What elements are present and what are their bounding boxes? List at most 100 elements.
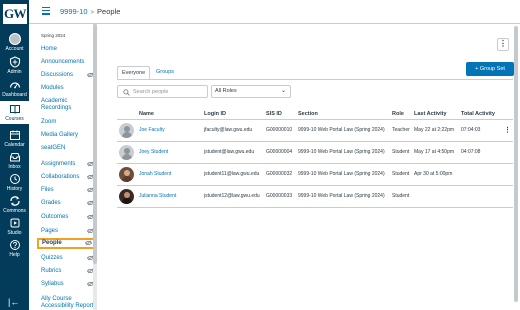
col-last-activity[interactable]: Last Activity	[414, 108, 461, 120]
col-section[interactable]: Section	[298, 108, 392, 120]
course-nav-item-files[interactable]: Files	[41, 187, 94, 194]
course-nav-item-media-gallery[interactable]: Media Gallery	[41, 132, 94, 139]
last-activity-cell	[414, 185, 461, 208]
avatar-cell	[117, 119, 139, 142]
user-name-link-cell: Joe Faculty	[139, 119, 204, 142]
row-options-kebab-icon	[502, 141, 513, 164]
section-cell: 9999-10 Web Portal Law (Spring 2024)	[298, 163, 392, 186]
breadcrumb-current: People	[97, 7, 121, 16]
course-nav-item-people[interactable]: People	[37, 238, 96, 249]
gw-logo[interactable]: GW	[3, 4, 27, 24]
role-cell: Student	[392, 185, 414, 208]
add-group-set-button[interactable]: + Group Set	[466, 62, 514, 76]
course-nav-item-pages[interactable]: Pages	[41, 228, 94, 235]
col-sis-id[interactable]: SIS ID	[266, 108, 298, 120]
course-nav-item-announcements[interactable]: Announcements	[41, 59, 94, 66]
search-people-field[interactable]	[117, 85, 208, 98]
global-nav-inbox[interactable]: Inbox	[0, 151, 29, 173]
hamburger-menu-icon[interactable]	[42, 7, 50, 15]
course-nav-item-label: Grades	[41, 200, 61, 206]
hidden-eye-icon[interactable]	[85, 240, 92, 246]
course-nav-item-label: Zoom	[41, 119, 57, 125]
global-nav-account[interactable]: Account	[0, 33, 29, 55]
course-nav-item-zoom[interactable]: Zoom	[41, 119, 94, 126]
history-clock-icon	[9, 174, 20, 184]
page-scrollbar[interactable]	[514, 24, 518, 310]
table-header-row: Name Login ID SIS ID Section Role Last A…	[117, 108, 513, 120]
user-name-link[interactable]: Joey Student	[139, 149, 168, 155]
breadcrumb: 9999-10 > People	[60, 7, 120, 16]
global-nav-history[interactable]: History	[0, 173, 29, 195]
course-nav-item-rubrics[interactable]: Rubrics	[41, 268, 94, 275]
course-nav-item-label: Pages	[41, 228, 59, 234]
total-activity-cell	[461, 163, 502, 186]
user-name-link[interactable]: Joe Faculty	[139, 127, 165, 133]
avatar-icon	[8, 33, 21, 45]
user-name-link-cell: Joey Student	[139, 141, 204, 164]
avatar-cell	[117, 141, 139, 164]
last-activity-cell: Apr 30 at 5:00pm	[414, 163, 461, 186]
section-cell: 9999-10 Web Portal Law (Spring 2024)	[298, 141, 392, 164]
global-nav-studio[interactable]: Studio	[0, 217, 29, 239]
course-nav-item-label: Files	[41, 187, 54, 193]
calendar-icon	[9, 130, 20, 140]
course-nav-scrollbar[interactable]	[93, 24, 97, 310]
chevron-down-icon: ⌄	[280, 88, 286, 94]
course-nav-item-outcomes[interactable]: Outcomes	[41, 214, 94, 221]
global-nav-calendar[interactable]: Calendar	[0, 129, 29, 151]
course-nav-scroll-thumb[interactable]	[93, 24, 97, 264]
global-nav-commons[interactable]: Commons	[0, 195, 29, 217]
last-activity-cell: May 17 at 4:50pm	[414, 141, 461, 164]
user-name-link[interactable]: Jonah Student	[139, 171, 171, 177]
sis-id-cell: G00000010	[266, 119, 298, 142]
col-login-id[interactable]: Login ID	[204, 108, 266, 120]
section-cell: 9999-10 Web Portal Law (Spring 2024)	[298, 119, 392, 142]
course-nav-item-collaborations[interactable]: Collaborations	[41, 174, 94, 181]
global-nav-admin[interactable]: Admin	[0, 56, 29, 78]
courses-book-icon	[9, 105, 20, 114]
course-nav-item-label: Rubrics	[41, 268, 62, 274]
search-input[interactable]	[133, 87, 205, 96]
course-nav-item-academic-recordings[interactable]: Academic Recordings	[41, 98, 94, 112]
course-nav-item-label: People	[42, 240, 62, 246]
avatar[interactable]	[119, 122, 134, 138]
row-options-kebab-icon[interactable]: ⋮	[502, 119, 513, 142]
col-total-activity[interactable]: Total Activity	[461, 108, 502, 120]
tab-everyone[interactable]: Everyone	[117, 66, 151, 79]
page-scroll-thumb[interactable]	[514, 26, 518, 302]
course-nav-item-label: Discussions	[41, 72, 74, 78]
col-name[interactable]: Name	[139, 108, 204, 120]
course-nav-item-label: Quizzes	[41, 255, 63, 261]
page-options-kebab-icon[interactable]: ⋮	[497, 38, 509, 51]
row-options-kebab-icon	[502, 163, 513, 186]
course-nav-item-assignments[interactable]: Assignments	[41, 161, 94, 168]
collapse-arrow-icon[interactable]: |←	[8, 297, 19, 307]
course-nav-item-syllabus[interactable]: Syllabus	[41, 281, 94, 288]
tab-groups[interactable]: Groups	[152, 66, 178, 79]
course-nav-item-discussions[interactable]: Discussions	[41, 72, 94, 79]
role-filter-select[interactable]: All Roles ⌄	[211, 85, 291, 98]
course-nav-item-grades[interactable]: Grades	[41, 200, 94, 207]
global-nav-help[interactable]: Help	[0, 239, 29, 261]
avatar[interactable]	[119, 188, 134, 204]
avatar[interactable]	[119, 144, 134, 160]
table-row: Joey Student jstudent@law.gwu.edu G0000000…	[117, 141, 513, 164]
course-nav-item-quizzes[interactable]: Quizzes	[41, 255, 94, 262]
user-name-link[interactable]: Julianna Student	[139, 193, 176, 199]
course-nav-item-seatgen[interactable]: seatGEN	[41, 145, 94, 152]
course-nav-item-home[interactable]: Home	[41, 46, 94, 53]
avatar[interactable]	[119, 166, 134, 182]
sis-id-cell: G00000004	[266, 141, 298, 164]
col-menu	[502, 108, 513, 120]
col-avatar	[117, 108, 139, 120]
col-role[interactable]: Role	[392, 108, 414, 120]
global-nav-dashboard[interactable]: Dashboard	[0, 79, 29, 101]
breadcrumb-course-link[interactable]: 9999-10	[60, 7, 88, 16]
global-nav-courses[interactable]: Courses	[0, 101, 29, 124]
commons-icon	[9, 196, 20, 206]
role-cell: Teacher	[392, 119, 414, 142]
sis-id-cell: G00000032	[266, 163, 298, 186]
main-content: ⋮ Everyone Groups + Group Set All Roles …	[104, 24, 520, 310]
course-nav-item-modules[interactable]: Modules	[41, 85, 94, 92]
course-nav-item-ally-course-accessibility-report[interactable]: Ally Course Accessibility Report	[41, 296, 94, 310]
